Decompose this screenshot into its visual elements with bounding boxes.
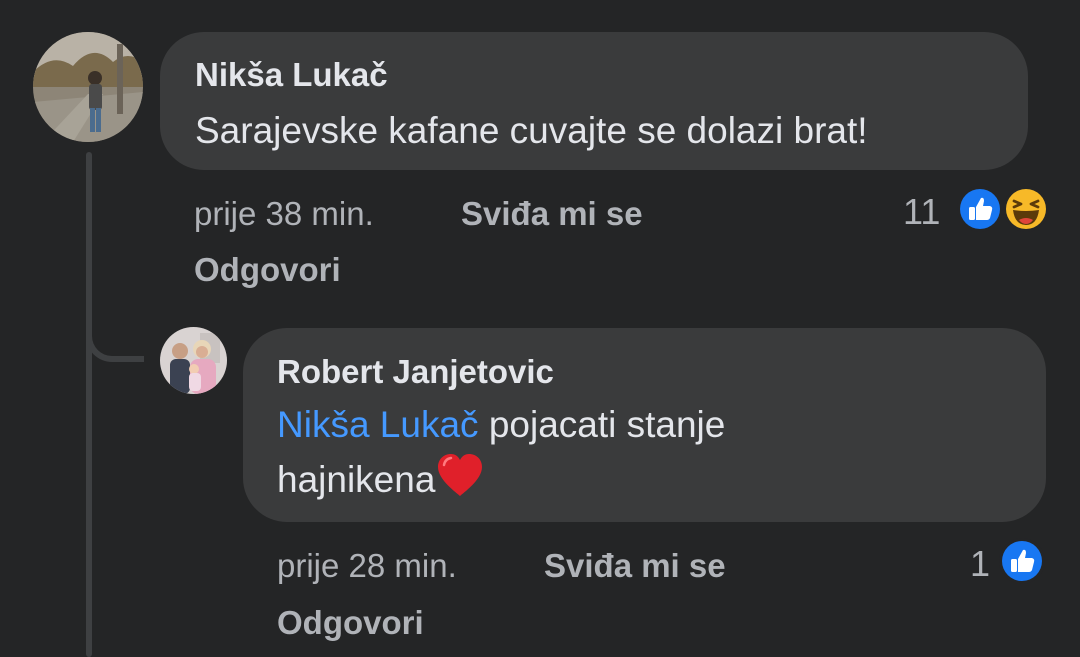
reply-timestamp[interactable]: prije 28 min. <box>277 547 457 585</box>
reply-text-line1: pojacati stanje <box>488 404 726 445</box>
comment-timestamp[interactable]: prije 38 min. <box>194 195 374 233</box>
comment-text: Sarajevske kafane cuvajte se dolazi brat… <box>195 110 868 151</box>
like-button[interactable]: Sviđa mi se <box>461 195 643 233</box>
haha-icon[interactable] <box>1002 185 1050 233</box>
reply-author[interactable]: Robert Janjetovic <box>277 353 554 391</box>
reply-mention[interactable]: Nikša Lukač <box>277 404 479 445</box>
thread-line-vertical <box>86 152 92 657</box>
reply-button[interactable]: Odgovori <box>194 251 341 289</box>
reply-text-line2: hajnikena <box>277 459 436 500</box>
comment-author[interactable]: Nikša Lukač <box>195 56 388 94</box>
reply-reply-button[interactable]: Odgovori <box>277 604 424 642</box>
avatar-photo <box>33 32 143 142</box>
reply-like-button[interactable]: Sviđa mi se <box>544 547 726 585</box>
reaction-count[interactable]: 11 <box>903 191 940 233</box>
reply-bubble: Robert Janjetovic Nikša Lukač pojacati s… <box>243 328 1046 522</box>
heart-icon <box>435 452 485 513</box>
reply-reaction-count[interactable]: 1 <box>970 543 990 585</box>
reply-avatar-photo <box>160 327 227 394</box>
reply-like-icon[interactable] <box>998 537 1046 585</box>
thread-line-branch <box>86 300 144 362</box>
comment-bubble: Nikša Lukač Sarajevske kafane cuvajte se… <box>160 32 1028 170</box>
reply-text: Nikša Lukač pojacati stanje hajnikena <box>277 398 1017 513</box>
avatar[interactable] <box>33 32 143 142</box>
like-icon[interactable] <box>956 185 1004 233</box>
reply-avatar[interactable] <box>160 327 227 394</box>
comment-thread: Nikša Lukač Sarajevske kafane cuvajte se… <box>0 0 1080 657</box>
